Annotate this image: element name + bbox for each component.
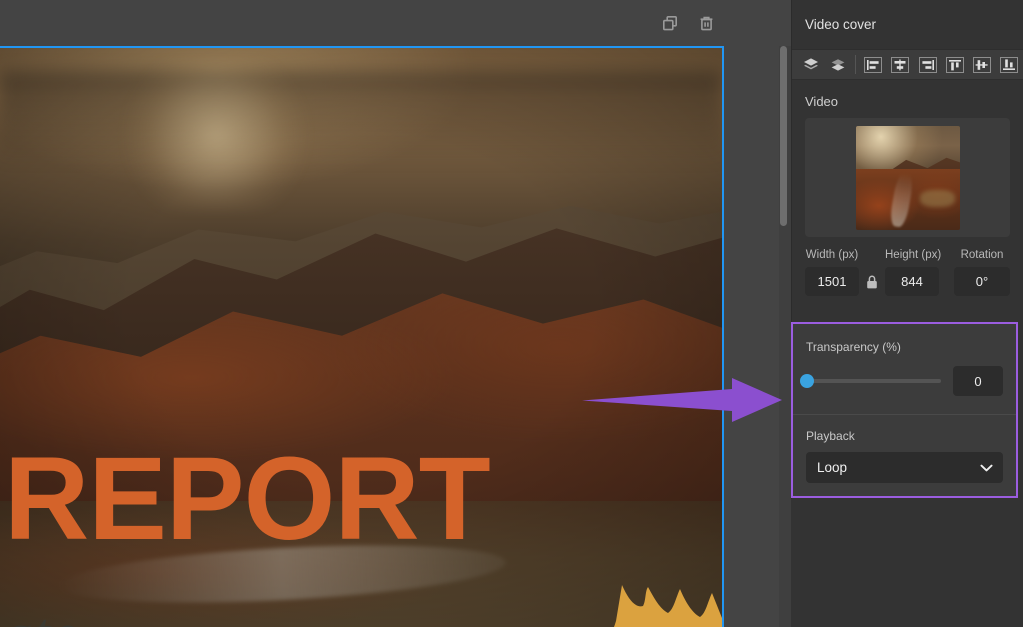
send-to-back-icon[interactable] <box>824 53 851 77</box>
transparency-slider-row <box>806 366 1003 396</box>
rotation-label: Rotation <box>954 249 1010 261</box>
rotation-field-group: Rotation <box>954 249 1010 296</box>
maple-leaf-icon[interactable] <box>588 561 722 627</box>
video-cover-canvas[interactable]: ate REPORT <box>0 48 722 627</box>
align-center-horizontal-icon[interactable] <box>887 53 914 77</box>
toolbar-divider <box>855 55 856 74</box>
transparency-slider-track[interactable] <box>806 379 941 383</box>
bring-to-front-icon[interactable] <box>797 53 824 77</box>
height-label: Height (px) <box>885 249 941 261</box>
panel-title: Video cover <box>792 0 1023 49</box>
duplicate-icon[interactable] <box>657 10 683 36</box>
playback-label: Playback <box>806 415 1003 443</box>
canvas-script-text[interactable]: ate <box>2 604 78 627</box>
video-thumbnail[interactable] <box>856 126 960 230</box>
playback-select[interactable]: Loop <box>806 452 1003 483</box>
size-fields-row: Width (px) Height (px) Rotation <box>805 249 1010 296</box>
transparency-group: Transparency (%) <box>793 324 1016 396</box>
editor-area: ate REPORT <box>0 0 791 627</box>
canvas-gutter <box>726 46 779 627</box>
transparency-value-input[interactable] <box>953 366 1003 396</box>
width-input[interactable] <box>805 267 859 296</box>
canvas-sun-flare <box>116 60 316 210</box>
canvas-selection-frame[interactable]: ate REPORT <box>0 46 724 627</box>
canvas-headline-text[interactable]: REPORT <box>4 440 490 558</box>
delete-icon[interactable] <box>693 10 719 36</box>
playback-group: Playback Loop <box>793 415 1016 483</box>
align-middle-vertical-icon[interactable] <box>968 53 995 77</box>
chevron-down-icon[interactable] <box>980 460 993 475</box>
height-input[interactable] <box>885 267 939 296</box>
align-bottom-icon[interactable] <box>996 53 1023 77</box>
width-field-group: Width (px) <box>805 249 859 296</box>
transparency-slider-thumb[interactable] <box>800 374 814 388</box>
panel-toolbar <box>792 49 1023 80</box>
canvas-scrollbar-thumb[interactable] <box>780 46 787 226</box>
highlighted-settings-group: Transparency (%) Playback Loop <box>791 322 1018 498</box>
panel-body: Video Width (px) <box>792 94 1023 296</box>
height-field-group: Height (px) <box>885 249 941 296</box>
align-left-icon[interactable] <box>859 53 886 77</box>
align-top-icon[interactable] <box>941 53 968 77</box>
width-label: Width (px) <box>805 249 859 261</box>
panel-empty-area <box>791 499 1023 627</box>
video-section-label: Video <box>805 94 1010 109</box>
thumbnail-field <box>920 190 955 207</box>
canvas-toolbar <box>0 0 779 46</box>
transparency-label: Transparency (%) <box>806 324 1003 354</box>
canvas-cloud-layer <box>0 71 722 164</box>
video-cover-editor: ate REPORT Video cover <box>0 0 1023 627</box>
rotation-input[interactable] <box>954 267 1010 296</box>
align-right-icon[interactable] <box>914 53 941 77</box>
video-thumbnail-box[interactable] <box>805 118 1010 237</box>
playback-selected-value: Loop <box>817 460 847 475</box>
aspect-lock-icon[interactable] <box>859 267 885 296</box>
